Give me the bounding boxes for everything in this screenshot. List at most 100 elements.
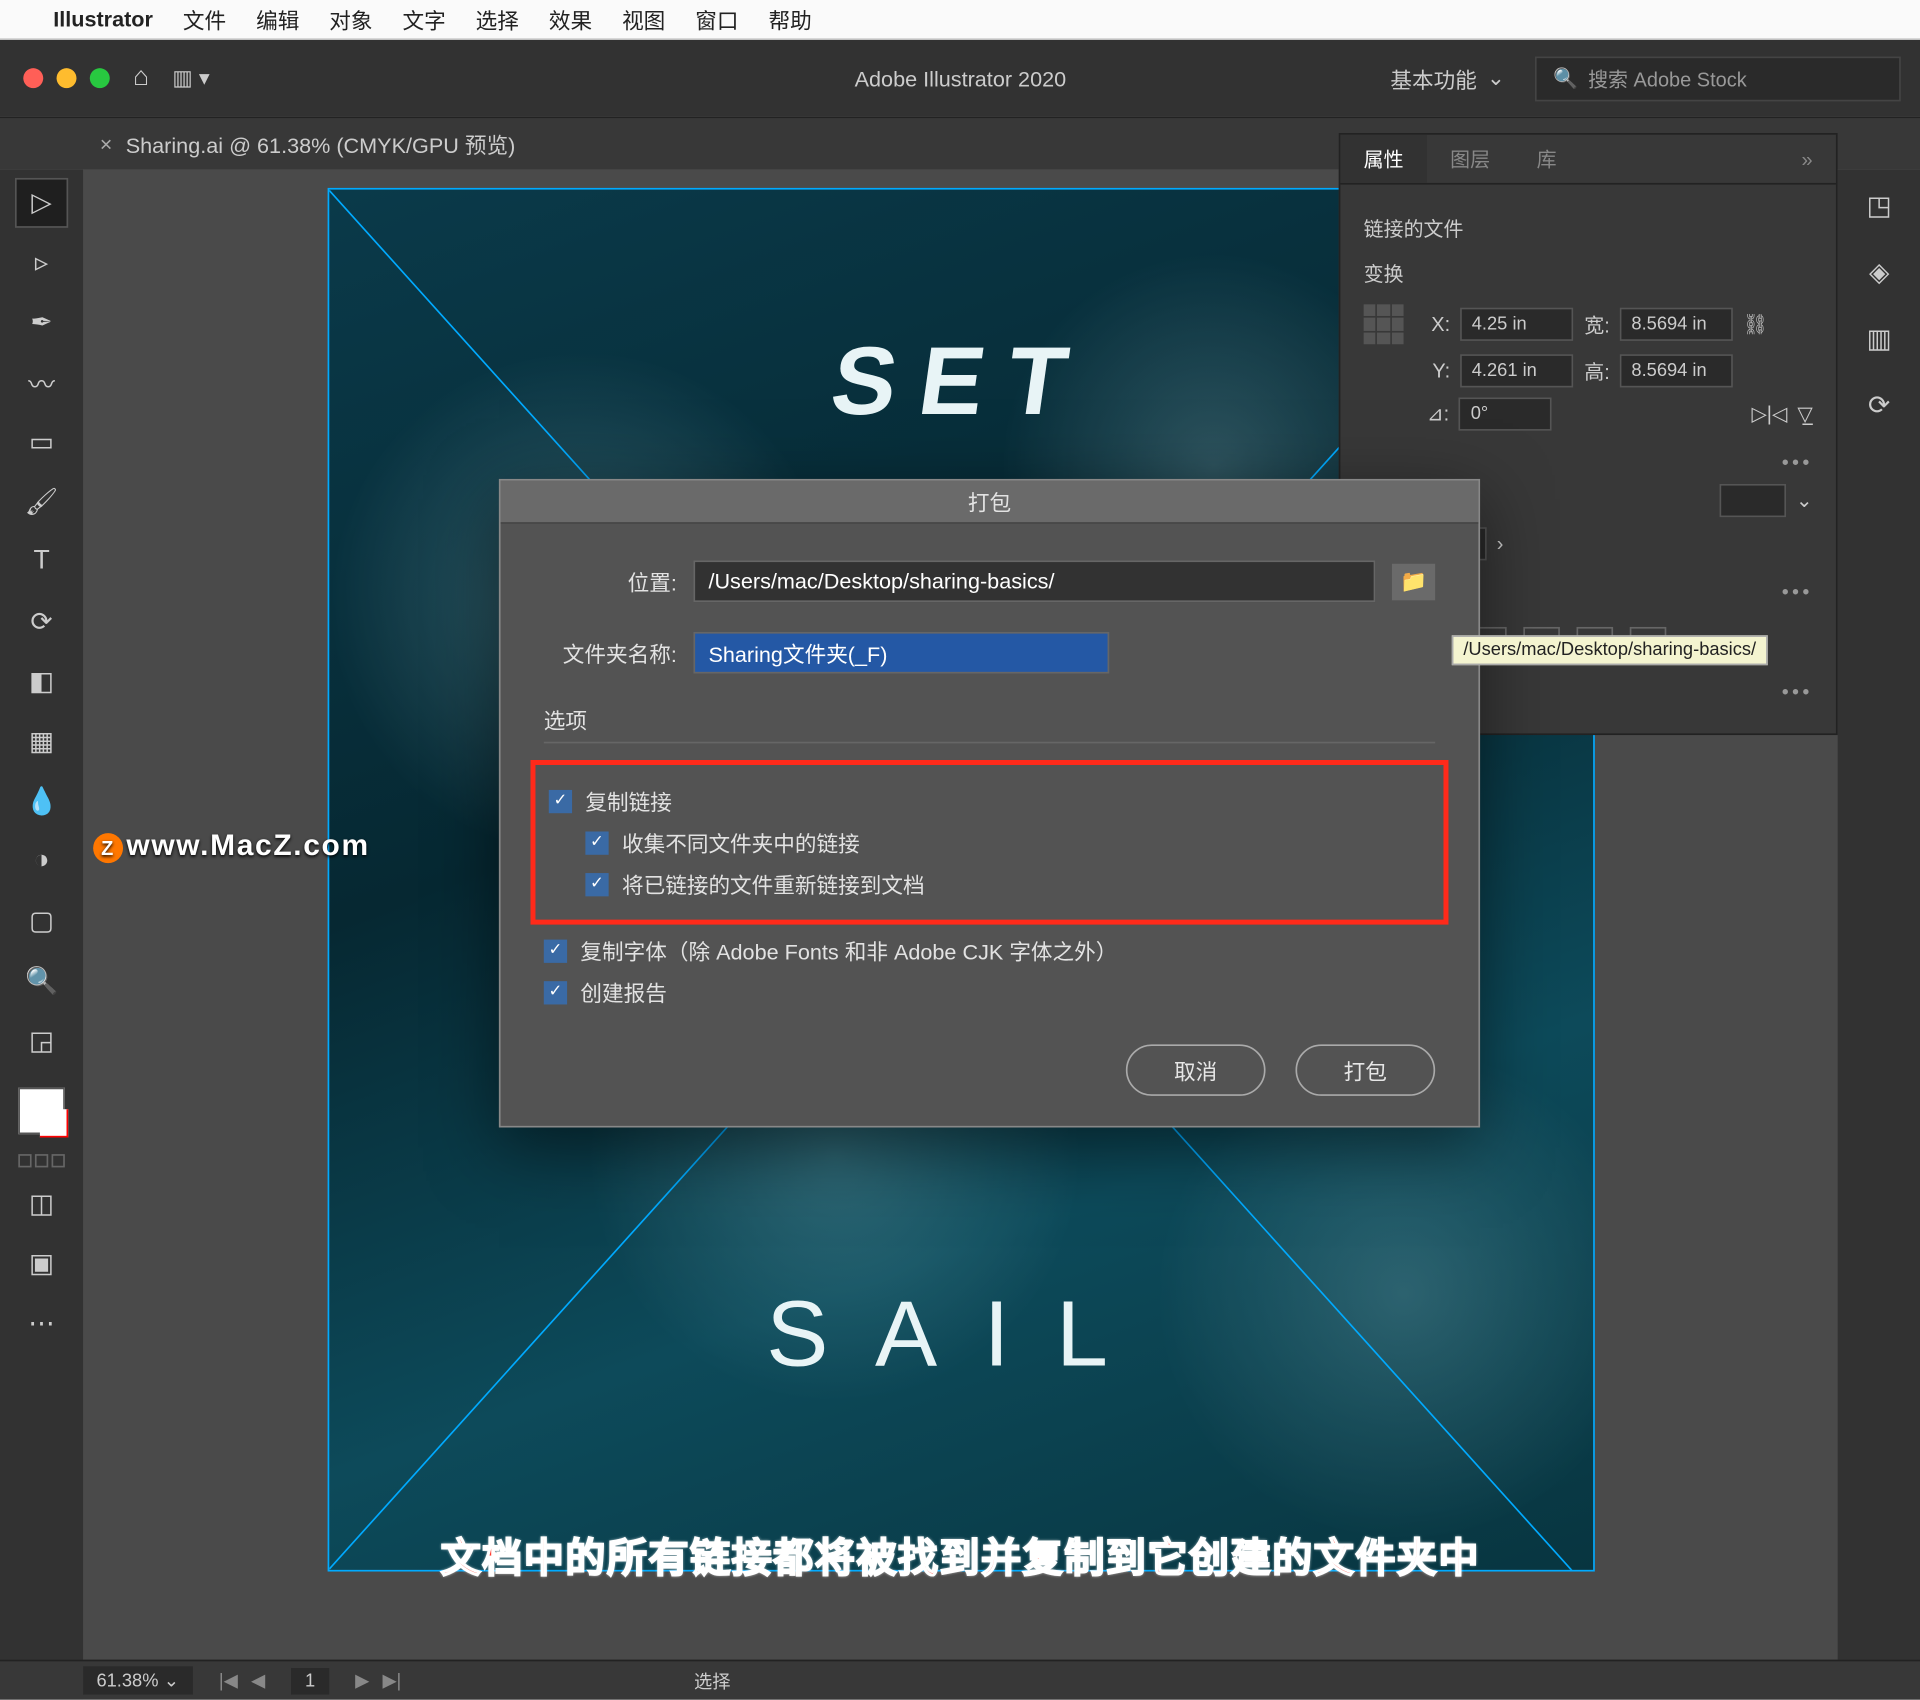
browse-folder-icon[interactable]: 📁 (1392, 563, 1435, 600)
copy-links-checkbox[interactable]: ✓复制链接 (549, 785, 1430, 817)
menu-view[interactable]: 视图 (622, 3, 665, 35)
menu-object[interactable]: 对象 (329, 3, 372, 35)
menu-file[interactable]: 文件 (183, 3, 226, 35)
direct-selection-tool[interactable]: ▹ (17, 239, 67, 286)
edit-toolbar[interactable]: ⋯ (17, 1300, 67, 1347)
transform-label: 变换 (1364, 259, 1813, 287)
window-controls (23, 68, 109, 88)
chevron-down-icon: ⌄ (1487, 65, 1505, 92)
properties-icon[interactable]: ◳ (1856, 183, 1903, 230)
path-tooltip: /Users/mac/Desktop/sharing-basics/ (1452, 635, 1768, 665)
close-window-icon[interactable] (23, 68, 43, 88)
menu-window[interactable]: 窗口 (695, 3, 738, 35)
package-dialog: 打包 位置: 📁 文件夹名称: /Users/mac/Desktop/shari… (499, 479, 1480, 1128)
copy-fonts-checkbox[interactable]: ✓复制字体（除 Adobe Fonts 和非 Adobe CJK 字体之外） (544, 935, 1435, 967)
artboard-number[interactable]: 1 (292, 1667, 329, 1694)
app-title: Adobe Illustrator 2020 (855, 66, 1067, 91)
artboard-nav[interactable]: |◀◀ (216, 1670, 269, 1692)
shape-builder-tool[interactable]: ◑ (17, 838, 67, 885)
annotation-caption: 文档中的所有链接都将被找到并复制到它创建的文件夹中 (0, 1525, 1920, 1583)
libraries-icon[interactable]: ▥ (1856, 316, 1903, 363)
type-tool[interactable]: T (17, 539, 67, 586)
select-mode-label: 选择 (694, 1667, 731, 1694)
zoom-window-icon[interactable] (90, 68, 110, 88)
zoom-tool[interactable]: 🔍 (17, 958, 67, 1005)
cancel-button[interactable]: 取消 (1126, 1044, 1266, 1096)
tab-close-icon[interactable]: × (100, 131, 113, 156)
eraser-tool[interactable]: ◧ (17, 659, 67, 706)
panel-collapse-icon[interactable]: » (1778, 135, 1836, 183)
relink-checkbox[interactable]: ✓将已链接的文件重新链接到文档 (585, 868, 1430, 900)
link-wh-icon[interactable]: ⛓ (1743, 313, 1768, 336)
workspace-selector[interactable]: 基本功能⌄ (1390, 62, 1505, 94)
rectangle-tool[interactable]: ▭ (17, 419, 67, 466)
right-icon-rail: ◳ ◈ ▥ ⟳ (1838, 170, 1920, 1700)
opacity-field[interactable] (1719, 484, 1786, 517)
h-field[interactable] (1620, 354, 1733, 387)
selection-tool[interactable]: ▷ (17, 180, 67, 227)
mac-menubar: Illustrator 文件 编辑 对象 文字 选择 效果 视图 窗口 帮助 (0, 0, 1920, 40)
app-header: ⌂ ▥ ▾ Adobe Illustrator 2020 基本功能⌄ 🔍 搜索 … (0, 40, 1920, 116)
app-menu[interactable]: Illustrator (53, 7, 153, 32)
status-bar: 61.38% ⌄ |◀◀ 1 ▶▶| 选择 (0, 1660, 1920, 1700)
home-icon[interactable]: ⌂ (133, 63, 149, 93)
h-label: 高: (1583, 357, 1610, 385)
paintbrush-tool[interactable]: 🖌 (17, 479, 67, 526)
w-label: 宽: (1583, 310, 1610, 338)
folder-name-label: 文件夹名称: (544, 637, 677, 669)
eyedropper-tool[interactable]: 💧 (17, 778, 67, 825)
menu-type[interactable]: 文字 (402, 3, 445, 35)
fill-swatch[interactable] (18, 1088, 65, 1135)
layers-icon[interactable]: ◈ (1856, 249, 1903, 296)
menu-help[interactable]: 帮助 (768, 3, 811, 35)
tab-properties[interactable]: 属性 (1340, 135, 1427, 183)
document-tab[interactable]: Sharing.ai @ 61.38% (CMYK/GPU 预览) (126, 128, 516, 160)
artboard-nav-fwd[interactable]: ▶▶| (352, 1670, 405, 1692)
pen-tool[interactable]: ✒ (17, 299, 67, 346)
y-label: Y: (1424, 359, 1451, 382)
color-mode-icons[interactable] (18, 1154, 65, 1167)
rotate-field[interactable] (1459, 397, 1552, 430)
curvature-tool[interactable]: 〰 (17, 359, 67, 406)
tab-layers[interactable]: 图层 (1427, 135, 1514, 183)
location-field[interactable] (693, 560, 1375, 602)
rotate-tool[interactable]: ⟳ (17, 599, 67, 646)
search-stock[interactable]: 🔍 搜索 Adobe Stock (1535, 56, 1901, 101)
minimize-window-icon[interactable] (57, 68, 77, 88)
transform-more-icon[interactable]: ••• (1364, 441, 1813, 484)
chevron-right-icon[interactable]: › (1497, 532, 1504, 555)
options-label: 选项 (544, 703, 1435, 743)
location-label: 位置: (544, 565, 677, 597)
tab-libraries[interactable]: 库 (1513, 135, 1580, 183)
tools-panel: ▷ ▹ ✒ 〰 ▭ 🖌 T ⟳ ◧ ▦ 💧 ◑ ▢ 🔍 ◲ ◫ ▣ ⋯ (0, 170, 83, 1700)
flip-v-icon[interactable]: ▽̲ (1797, 402, 1812, 425)
x-label: X: (1424, 313, 1451, 336)
collect-links-checkbox[interactable]: ✓收集不同文件夹中的链接 (585, 827, 1430, 859)
folder-name-field[interactable] (693, 632, 1109, 674)
arrange-docs-icon[interactable]: ▥ ▾ (172, 65, 209, 92)
search-placeholder: 搜索 Adobe Stock (1588, 64, 1747, 92)
package-button[interactable]: 打包 (1295, 1044, 1435, 1096)
dialog-title: 打包 (501, 481, 1479, 524)
flip-h-icon[interactable]: ▷|◁ (1751, 402, 1787, 425)
reference-point[interactable] (1364, 304, 1404, 344)
screen-mode[interactable]: ▣ (17, 1241, 67, 1288)
artboard-tool[interactable]: ▢ (17, 898, 67, 945)
w-field[interactable] (1620, 308, 1733, 341)
draw-mode[interactable]: ◫ (17, 1181, 67, 1228)
gradient-tool[interactable]: ▦ (17, 718, 67, 765)
fill-stroke-toggle[interactable]: ◲ (17, 1018, 67, 1065)
x-field[interactable] (1460, 308, 1573, 341)
artwork-text-bottom: SAIL (328, 1279, 1592, 1387)
menu-edit[interactable]: 编辑 (256, 3, 299, 35)
rotate-icon: ⊿: (1427, 402, 1449, 425)
menu-effect[interactable]: 效果 (549, 3, 592, 35)
refresh-icon[interactable]: ⟳ (1856, 382, 1903, 429)
search-icon: 🔍 (1553, 67, 1578, 90)
y-field[interactable] (1460, 354, 1573, 387)
linked-file-label: 链接的文件 (1364, 215, 1813, 243)
create-report-checkbox[interactable]: ✓创建报告 (544, 976, 1435, 1008)
zoom-level[interactable]: 61.38% ⌄ (83, 1666, 192, 1694)
menu-select[interactable]: 选择 (476, 3, 519, 35)
highlighted-options: ✓复制链接 ✓收集不同文件夹中的链接 ✓将已链接的文件重新链接到文档 (530, 760, 1448, 925)
